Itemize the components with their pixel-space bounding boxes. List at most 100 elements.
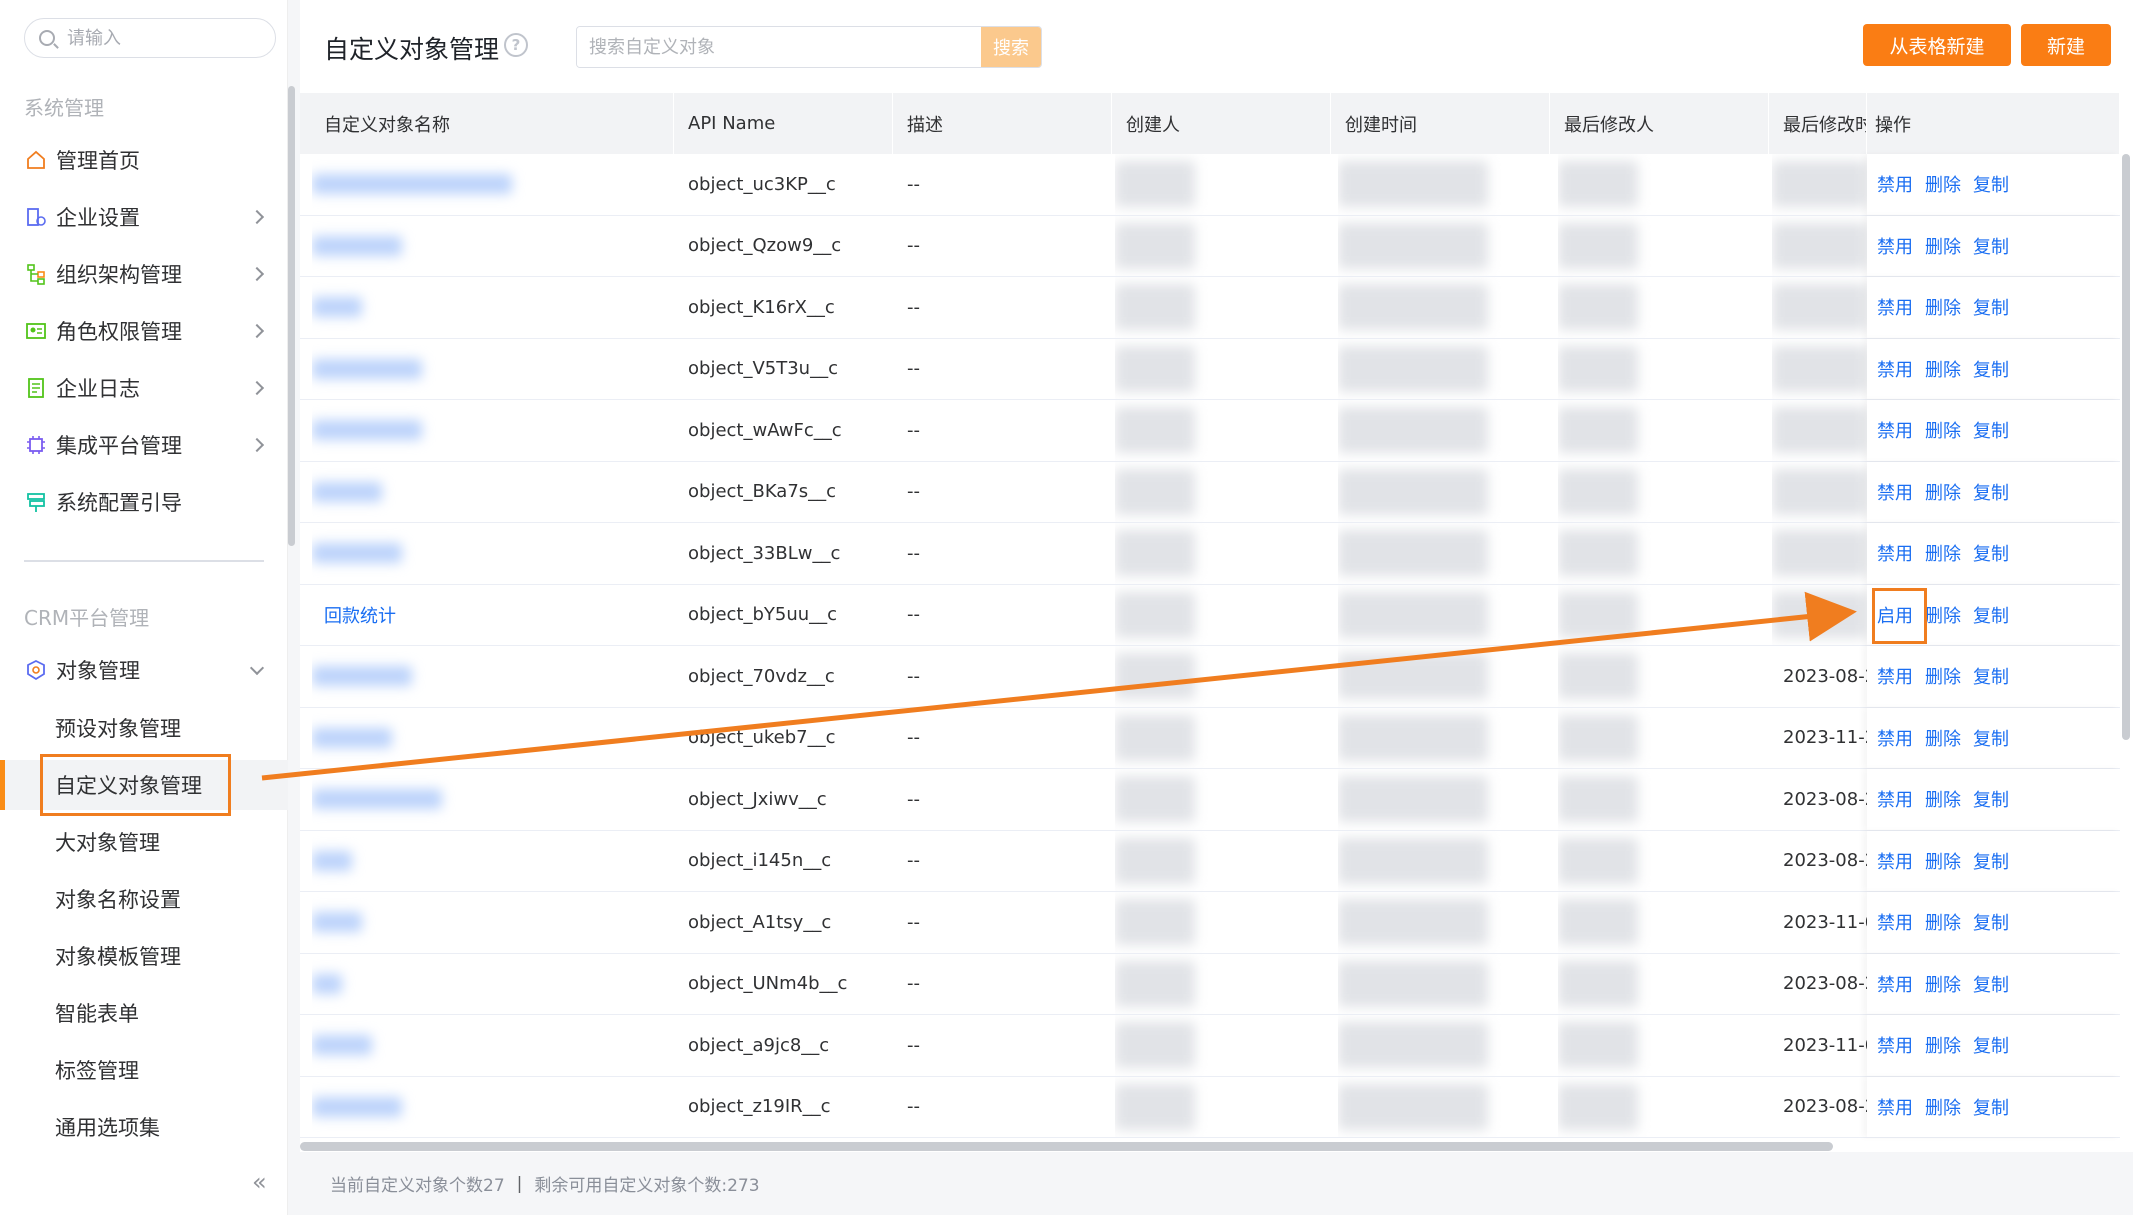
copy-button[interactable]: 复制 [1973,971,2009,997]
delete-button[interactable]: 删除 [1925,540,1961,566]
delete-button[interactable]: 删除 [1925,602,1961,628]
copy-button[interactable]: 复制 [1973,786,2009,812]
sub-item-2[interactable]: 大对象管理 [0,817,288,867]
copy-button[interactable]: 复制 [1973,909,2009,935]
disable-button[interactable]: 禁用 [1877,909,1913,935]
new-object-button[interactable]: 新建 [2021,24,2111,66]
copy-button[interactable]: 复制 [1973,417,2009,443]
table-row[interactable]: object_K16rX__c -- 禁用 删除 复制 [300,277,2120,339]
delete-button[interactable]: 删除 [1925,479,1961,505]
object-name-cell[interactable] [312,523,652,584]
disable-button[interactable]: 禁用 [1877,171,1913,197]
disable-button[interactable]: 禁用 [1877,663,1913,689]
object-name-link[interactable]: 回款统计 [324,585,664,646]
help-icon[interactable]: ? [504,33,528,57]
object-name-cell[interactable] [312,1077,652,1138]
disable-button[interactable]: 禁用 [1877,1032,1913,1058]
copy-button[interactable]: 复制 [1973,848,2009,874]
disable-button[interactable]: 禁用 [1877,725,1913,751]
sub-item-3[interactable]: 对象名称设置 [0,874,288,924]
delete-button[interactable]: 删除 [1925,909,1961,935]
import-from-table-button[interactable]: 从表格新建 [1863,24,2011,66]
object-name-cell[interactable] [312,277,652,338]
copy-button[interactable]: 复制 [1973,1094,2009,1120]
sub-item-4[interactable]: 对象模板管理 [0,931,288,981]
sidebar-search-input[interactable] [67,27,257,49]
disable-button[interactable]: 禁用 [1877,1094,1913,1120]
table-row[interactable]: object_ukeb7__c -- 2023-11-2 禁用 删除 复制 [300,707,2120,769]
collapse-sidebar-icon[interactable]: « [252,1168,267,1196]
table-row[interactable]: object_uc3KP__c -- 禁用 删除 复制 [300,154,2120,216]
copy-button[interactable]: 复制 [1973,663,2009,689]
sub-item-1[interactable]: 自定义对象管理 [0,754,288,816]
delete-button[interactable]: 删除 [1925,417,1961,443]
table-row[interactable]: object_i145n__c -- 2023-08-2 禁用 删除 复制 [300,830,2120,892]
column-header-2[interactable]: 描述 [893,93,1112,154]
table-row[interactable]: object_UNm4b__c -- 2023-08-2 禁用 删除 复制 [300,953,2120,1015]
object-name-cell[interactable] [312,339,652,400]
vertical-scrollbar[interactable] [2122,154,2130,740]
table-row[interactable]: 回款统计 object_bY5uu__c -- 启用 删除 复制 [300,584,2120,646]
copy-button[interactable]: 复制 [1973,171,2009,197]
object-search-input[interactable] [577,27,981,67]
column-header-6[interactable]: 最后修改时间 [1769,93,1867,154]
sidebar-item-2[interactable]: 组织架构管理 [0,249,288,299]
object-name-cell[interactable] [312,954,652,1015]
column-header-3[interactable]: 创建人 [1112,93,1331,154]
table-row[interactable]: object_a9jc8__c -- 2023-11-0 禁用 删除 复制 [300,1015,2120,1077]
table-row[interactable]: object_wAwFc__c -- 禁用 删除 复制 [300,400,2120,462]
sidebar-item-1[interactable]: 企业设置 [0,192,288,242]
delete-button[interactable]: 删除 [1925,1094,1961,1120]
object-name-cell[interactable] [312,708,652,769]
horizontal-scrollbar[interactable] [300,1142,1833,1151]
disable-button[interactable]: 禁用 [1877,294,1913,320]
sidebar-search[interactable] [24,18,276,58]
delete-button[interactable]: 删除 [1925,294,1961,320]
disable-button[interactable]: 禁用 [1877,786,1913,812]
sub-item-7[interactable]: 通用选项集 [0,1102,288,1152]
sidebar-item-0[interactable]: 管理首页 [0,135,288,185]
copy-button[interactable]: 复制 [1973,725,2009,751]
disable-button[interactable]: 禁用 [1877,540,1913,566]
object-name-cell[interactable] [312,400,652,461]
sidebar-item-6[interactable]: 系统配置引导 [0,477,288,527]
table-row[interactable]: object_V5T3u__c -- 禁用 删除 复制 [300,338,2120,400]
delete-button[interactable]: 删除 [1925,971,1961,997]
sub-item-5[interactable]: 智能表单 [0,988,288,1038]
disable-button[interactable]: 禁用 [1877,479,1913,505]
copy-button[interactable]: 复制 [1973,233,2009,259]
sub-item-0[interactable]: 预设对象管理 [0,703,288,753]
disable-button[interactable]: 禁用 [1877,971,1913,997]
copy-button[interactable]: 复制 [1973,294,2009,320]
delete-button[interactable]: 删除 [1925,725,1961,751]
column-header-0[interactable]: 自定义对象名称 [300,93,674,154]
copy-button[interactable]: 复制 [1973,479,2009,505]
table-row[interactable]: object_Qzow9__c -- 禁用 删除 复制 [300,215,2120,277]
delete-button[interactable]: 删除 [1925,1032,1961,1058]
column-header-4[interactable]: 创建时间 [1331,93,1550,154]
table-row[interactable]: object_z19IR__c -- 2023-08-2 禁用 删除 复制 [300,1076,2120,1138]
disable-button[interactable]: 禁用 [1877,848,1913,874]
copy-button[interactable]: 复制 [1973,356,2009,382]
delete-button[interactable]: 删除 [1925,171,1961,197]
delete-button[interactable]: 删除 [1925,663,1961,689]
copy-button[interactable]: 复制 [1973,602,2009,628]
column-header-5[interactable]: 最后修改人 [1550,93,1769,154]
column-header-7[interactable]: 操作 [1867,93,2120,154]
disable-button[interactable]: 禁用 [1877,233,1913,259]
sidebar-item-5[interactable]: 集成平台管理 [0,420,288,470]
sidebar-item-3[interactable]: 角色权限管理 [0,306,288,356]
disable-button[interactable]: 禁用 [1877,356,1913,382]
copy-button[interactable]: 复制 [1973,1032,2009,1058]
table-row[interactable]: object_A1tsy__c -- 2023-11-0 禁用 删除 复制 [300,892,2120,954]
delete-button[interactable]: 删除 [1925,356,1961,382]
delete-button[interactable]: 删除 [1925,786,1961,812]
sub-item-6[interactable]: 标签管理 [0,1045,288,1095]
table-row[interactable]: object_70vdz__c -- 2023-08-2 禁用 删除 复制 [300,646,2120,708]
object-name-cell[interactable] [312,216,652,277]
object-name-cell[interactable] [312,646,652,707]
disable-button[interactable]: 禁用 [1877,417,1913,443]
sidebar-item-4[interactable]: 企业日志 [0,363,288,413]
menu-object-management[interactable]: 对象管理 [0,645,288,695]
object-name-cell[interactable] [312,1015,652,1076]
